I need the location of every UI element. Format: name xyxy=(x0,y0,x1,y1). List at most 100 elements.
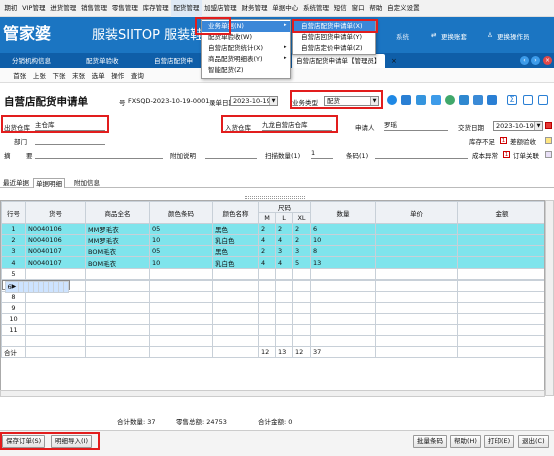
menu-purchase[interactable]: 进货管理 xyxy=(48,0,79,17)
tab-close-all-icon[interactable]: × xyxy=(543,56,552,65)
table-cell-price[interactable] xyxy=(375,279,458,292)
submenu-return[interactable]: 自营店回货申请单(Y) xyxy=(293,32,375,43)
table-cell-l[interactable] xyxy=(275,324,293,337)
table-cell-xl[interactable]: 2 xyxy=(292,223,311,236)
save-icon[interactable] xyxy=(473,95,483,105)
prev-button[interactable]: 上张 xyxy=(30,70,50,80)
table-cell-l[interactable]: 4 xyxy=(275,234,293,247)
tab-next-icon[interactable]: › xyxy=(531,56,540,65)
dropdown-check[interactable]: 配货单验收(W) xyxy=(202,32,290,43)
col-header-size-m[interactable]: M xyxy=(258,212,276,225)
table-cell-m[interactable] xyxy=(258,290,276,303)
table-cell-m[interactable]: 2 xyxy=(258,223,276,236)
table-cell-m[interactable] xyxy=(258,312,276,326)
biztype-select[interactable]: 配货 ▼ xyxy=(324,96,379,106)
table-cell-xl[interactable] xyxy=(292,312,311,326)
table-cell-amt[interactable] xyxy=(457,267,544,280)
table-cell-amt[interactable] xyxy=(457,279,544,292)
menu-sales[interactable]: 销售管理 xyxy=(79,0,110,17)
table-cell-m[interactable] xyxy=(258,301,276,314)
col-header-size[interactable]: 尺码 xyxy=(258,201,311,214)
tab-prev-icon[interactable]: ‹ xyxy=(520,56,529,65)
table-row[interactable]: 3 N0040107 BOM毛衣 05 黑色 2 3 3 8 xyxy=(1,245,544,258)
table-cell-cn[interactable]: 黑色 xyxy=(212,245,259,258)
grid-vertical-scrollbar[interactable] xyxy=(545,200,554,396)
table-cell-xl[interactable]: 2 xyxy=(292,234,311,247)
sum-icon[interactable]: Σ xyxy=(507,95,517,105)
table-cell-l[interactable]: 2 xyxy=(275,223,293,236)
note-field[interactable] xyxy=(205,149,257,159)
table-cell-no[interactable]: 2 xyxy=(1,234,26,247)
layout-icon[interactable] xyxy=(538,95,548,105)
table-cell-cn[interactable] xyxy=(212,324,259,337)
submenu-apply[interactable]: 自营店配货申请单(X) xyxy=(293,21,375,32)
table-cell-m[interactable]: 4 xyxy=(258,234,276,247)
table-cell-no[interactable]: 8 xyxy=(1,290,26,303)
table-cell-amt[interactable] xyxy=(457,234,544,247)
network-icon[interactable] xyxy=(445,95,455,105)
table-cell-amt[interactable] xyxy=(457,223,544,236)
menu-custom[interactable]: 自定义设置 xyxy=(385,0,422,17)
table-cell-xl[interactable]: 3 xyxy=(292,245,311,258)
table-row[interactable]: 5 xyxy=(1,267,544,280)
detail-import-button[interactable]: 明细导入(I) xyxy=(51,435,92,448)
col-header-qty[interactable]: 数量 xyxy=(310,201,376,225)
scan-field[interactable]: 1 xyxy=(311,149,333,159)
table-cell-xl[interactable] xyxy=(292,324,311,337)
table-cell-l[interactable]: 3 xyxy=(275,245,293,258)
table-cell-name[interactable] xyxy=(85,312,150,326)
col-header-name[interactable]: 商品全名 xyxy=(85,201,150,225)
dropdown-smart[interactable]: 智能配货(Z) xyxy=(202,65,290,76)
menu-vip[interactable]: VIP管理 xyxy=(20,0,48,17)
menu-documents[interactable]: 单据中心 xyxy=(270,0,301,17)
dropdown-stats[interactable]: 自营店配货统计(X) xyxy=(202,43,290,54)
table-cell-cc[interactable] xyxy=(149,267,213,280)
menu-system[interactable]: 系统管理 xyxy=(301,0,332,17)
last-button[interactable]: 末张 xyxy=(69,70,89,80)
table-cell-no[interactable]: 10 xyxy=(1,312,26,326)
table-cell-cc[interactable] xyxy=(149,324,213,337)
table-cell-price[interactable] xyxy=(375,223,458,236)
menu-help[interactable]: 帮助 xyxy=(367,0,385,17)
table-cell-qty[interactable] xyxy=(310,290,376,303)
table-cell-cn[interactable] xyxy=(212,290,259,303)
tab-close-icon[interactable]: × xyxy=(391,57,397,65)
table-cell-m[interactable] xyxy=(258,324,276,337)
grid-horizontal-scrollbar[interactable] xyxy=(0,390,545,397)
table-cell-cc[interactable]: 10 xyxy=(149,256,213,269)
menu-franchise[interactable]: 加盟店管理 xyxy=(202,0,239,17)
menu-finance[interactable]: 财务管理 xyxy=(239,0,270,17)
table-cell-name[interactable]: MM罗毛衣 xyxy=(85,223,150,236)
table-cell-code[interactable]: N0040106 xyxy=(25,223,86,236)
change-account-link[interactable]: 更换账套 xyxy=(441,31,467,41)
menu-window[interactable]: 窗口 xyxy=(349,0,367,17)
table-cell-cn[interactable] xyxy=(212,301,259,314)
next-button[interactable]: 下张 xyxy=(49,70,69,80)
table-row[interactable]: 4 N0040107 BOM毛衣 10 乳白色 4 4 5 13 xyxy=(1,256,544,269)
table-row[interactable]: ▶ 6 xyxy=(1,279,71,293)
table-cell-no[interactable]: 1 xyxy=(1,223,26,236)
print-icon[interactable] xyxy=(487,95,497,105)
table-cell-cc[interactable]: 10 xyxy=(149,234,213,247)
dropdown-business-docs[interactable]: 业务单据(N) xyxy=(202,21,290,32)
table-cell-name[interactable] xyxy=(85,324,150,337)
table-cell-cc[interactable]: 05 xyxy=(149,223,213,236)
query-button[interactable]: 查询 xyxy=(128,70,148,80)
table-cell-qty[interactable] xyxy=(310,301,376,314)
table-cell-xl[interactable] xyxy=(292,267,311,280)
table-cell-name[interactable] xyxy=(85,290,150,303)
change-operator-link[interactable]: 更换操作员 xyxy=(497,31,530,41)
table-cell-code[interactable] xyxy=(25,267,86,280)
subtab-recent[interactable]: 最近单据 xyxy=(1,178,31,188)
table-cell-m[interactable]: 4 xyxy=(258,256,276,269)
table-cell-cc[interactable] xyxy=(149,312,213,326)
col-header-colorname[interactable]: 颜色名称 xyxy=(212,201,259,225)
print-button[interactable]: 打印(E) xyxy=(484,435,515,448)
table-cell-xl[interactable]: 5 xyxy=(292,256,311,269)
table-cell-name[interactable]: BOM毛衣 xyxy=(85,245,150,258)
table-cell-no[interactable]: 4 xyxy=(1,256,26,269)
col-header-amount[interactable]: 金额 xyxy=(457,201,544,225)
col-header-price[interactable]: 单价 xyxy=(375,201,458,225)
deliver-date-picker[interactable]: 2023-10-19 ▼ xyxy=(493,121,543,131)
table-cell-price[interactable] xyxy=(375,256,458,269)
